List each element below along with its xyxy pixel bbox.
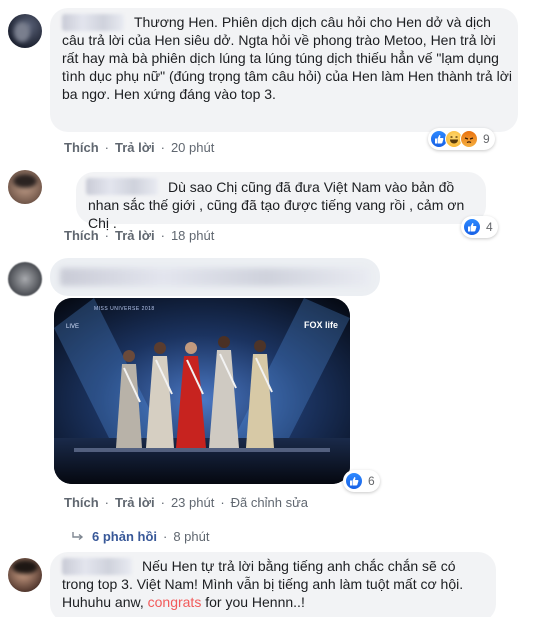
separator-dot: · bbox=[160, 140, 165, 155]
comment-timestamp[interactable]: 20 phút bbox=[171, 140, 214, 155]
like-icon bbox=[345, 472, 363, 490]
comment-bubble: Dù sao Chị cũng đã đưa Việt Nam vào bản … bbox=[76, 172, 486, 231]
separator-dot: · bbox=[163, 529, 168, 544]
reply-link[interactable]: Trả lời bbox=[115, 228, 155, 243]
separator-dot: · bbox=[160, 228, 165, 243]
angry-icon bbox=[460, 130, 478, 148]
comment-timestamp[interactable]: 23 phút bbox=[171, 495, 214, 510]
live-label: LIVE bbox=[66, 324, 80, 330]
comment-timestamp[interactable]: 18 phút bbox=[171, 228, 214, 243]
replies-count[interactable]: 6 phản hồi bbox=[92, 529, 157, 544]
reaction-count: 4 bbox=[486, 220, 493, 234]
separator-dot: · bbox=[220, 495, 225, 510]
highlighted-word[interactable]: congrats bbox=[148, 594, 202, 610]
separator-dot: · bbox=[104, 228, 110, 243]
reaction-summary[interactable]: 9 bbox=[428, 128, 495, 150]
like-icon bbox=[463, 218, 481, 236]
like-link[interactable]: Thích bbox=[64, 228, 99, 243]
reaction-count: 9 bbox=[483, 132, 490, 146]
comment-actions: Thích · Trả lời · 18 phút bbox=[64, 228, 214, 243]
comment-bubble: Thương Hen. Phiên dịch dịch câu hỏi cho … bbox=[50, 8, 518, 132]
comment-actions: Thích · Trả lời · 23 phút · Đã chỉnh sửa bbox=[64, 495, 308, 510]
separator-dot: · bbox=[104, 140, 110, 155]
commenter-avatar[interactable] bbox=[8, 262, 42, 296]
edited-label[interactable]: Đã chỉnh sửa bbox=[231, 495, 308, 510]
comment-actions: Thích · Trả lời · 20 phút bbox=[64, 140, 214, 155]
commenter-name-bubble bbox=[50, 258, 380, 296]
comment-bubble: Nếu Hen tự trả lời bằng tiếng anh chắc c… bbox=[50, 552, 496, 617]
replies-timestamp: 8 phút bbox=[173, 529, 210, 544]
reaction-summary[interactable]: 6 bbox=[343, 470, 380, 492]
comment-text: Thương Hen. Phiên dịch dịch câu hỏi cho … bbox=[62, 14, 512, 102]
commenter-avatar[interactable] bbox=[8, 14, 42, 48]
like-link[interactable]: Thích bbox=[64, 140, 99, 155]
commenter-avatar[interactable] bbox=[8, 170, 42, 204]
reaction-summary[interactable]: 4 bbox=[461, 216, 498, 238]
broadcast-overlay-text: MISS UNIVERSE 2018 bbox=[94, 306, 155, 312]
separator-dot: · bbox=[104, 495, 110, 510]
reaction-count: 6 bbox=[368, 474, 375, 488]
like-link[interactable]: Thích bbox=[64, 495, 99, 510]
comment-text: Dù sao Chị cũng đã đưa Việt Nam vào bản … bbox=[88, 179, 465, 231]
comment-text-part: for you Hennn..! bbox=[201, 594, 305, 610]
reply-arrow-icon bbox=[72, 531, 84, 542]
commenter-avatar[interactable] bbox=[8, 558, 42, 592]
broadcaster-logo: FOX life bbox=[303, 320, 338, 330]
reply-link[interactable]: Trả lời bbox=[115, 495, 155, 510]
commenter-name[interactable] bbox=[60, 268, 370, 286]
separator-dot: · bbox=[160, 495, 165, 510]
view-replies-link[interactable]: 6 phản hồi · 8 phút bbox=[72, 529, 210, 544]
comment-photo[interactable]: LIVE MISS UNIVERSE 2018 FOX life bbox=[54, 298, 350, 484]
reply-link[interactable]: Trả lời bbox=[115, 140, 155, 155]
comment-text: Nếu Hen tự trả lời bằng tiếng anh chắc c… bbox=[62, 557, 482, 611]
